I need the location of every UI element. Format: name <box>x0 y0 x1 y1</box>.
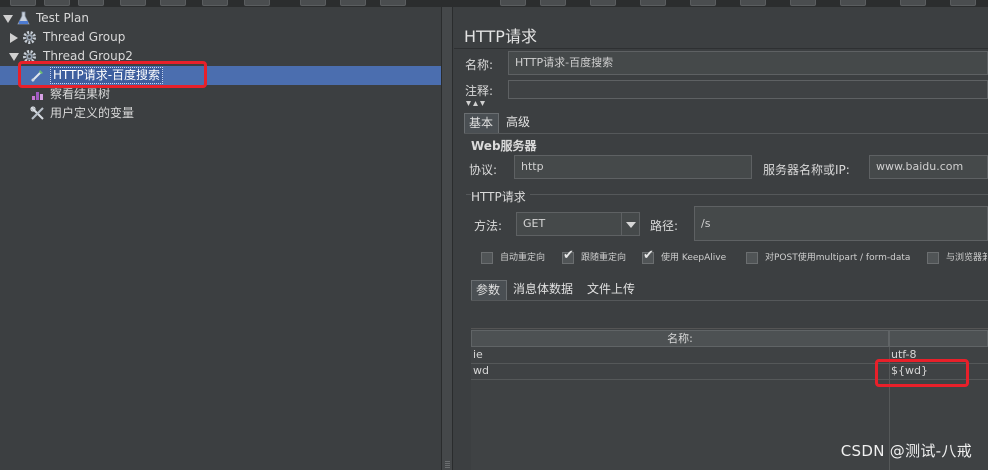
toolbar-button[interactable] <box>10 0 36 6</box>
toolbar-button[interactable] <box>590 0 616 6</box>
tree-item-label: 用户定义的变量 <box>50 106 135 120</box>
tree-item-http-request[interactable]: HTTP请求-百度搜索 <box>0 66 441 85</box>
toolbar-button[interactable] <box>44 0 70 6</box>
tree-item-label: HTTP请求-百度搜索 <box>50 67 164 84</box>
checkbox-box <box>746 252 758 264</box>
keepalive-checkbox[interactable]: ✔ 使用 KeepAlive <box>642 248 737 266</box>
tab-advanced[interactable]: 高级 <box>502 113 537 133</box>
checkbox-box <box>927 252 939 264</box>
toolbar-button[interactable] <box>500 0 526 6</box>
tree-item-label: Test Plan <box>36 11 89 25</box>
dropdown-arrow-icon[interactable] <box>621 213 639 235</box>
results-tree-icon <box>32 92 43 100</box>
path-field[interactable]: /s <box>694 206 988 241</box>
checkmark-icon: ✔ <box>563 248 574 263</box>
test-plan-tree: Test Plan Thread Group Thread Group2 HTT… <box>0 7 441 470</box>
collapse-arrow-icon[interactable] <box>3 15 13 23</box>
main-tabs: 基本 高级 <box>464 113 988 133</box>
http-request-group-title: HTTP请求 <box>471 188 530 205</box>
toolbar-button[interactable] <box>380 0 406 6</box>
test-plan-icon <box>17 11 30 25</box>
toolbar-button[interactable] <box>78 0 104 6</box>
toolbar <box>0 0 988 7</box>
table-row-name[interactable]: ie <box>473 347 887 363</box>
group-border <box>466 194 988 195</box>
toolbar-button[interactable] <box>790 0 816 6</box>
tree-item-test-plan[interactable]: Test Plan <box>0 9 441 28</box>
splitter-grip-icon <box>445 461 450 468</box>
toolbar-button[interactable] <box>740 0 766 6</box>
server-field[interactable]: www.baidu.com <box>869 155 988 179</box>
tab-file-upload[interactable]: 文件上传 <box>583 280 643 300</box>
tab-parameters[interactable]: 参数 <box>471 280 507 300</box>
browser-compatible-checkbox[interactable]: 与浏览器兼 <box>927 252 987 266</box>
variables-icon <box>30 106 44 120</box>
checkbox-box <box>481 252 493 264</box>
gear-icon <box>23 31 36 44</box>
column-header-name[interactable]: 名称: <box>471 330 889 347</box>
method-select[interactable]: GET <box>516 212 640 236</box>
toolbar-button[interactable] <box>690 0 716 6</box>
gear-icon <box>23 50 36 63</box>
toolbar-button[interactable] <box>120 0 146 6</box>
tree-item-user-variables[interactable]: 用户定义的变量 <box>0 104 441 123</box>
path-label: 路径: <box>650 219 679 233</box>
multipart-checkbox[interactable]: 对POST使用multipart / form-data <box>746 252 916 266</box>
auto-redirect-checkbox[interactable]: 自动重定向 <box>481 252 561 266</box>
checkbox-label: 对POST使用multipart / form-data <box>765 253 911 263</box>
tree-item-thread-group2[interactable]: Thread Group2 <box>0 47 441 66</box>
tab-content-border <box>471 300 988 301</box>
toolbar-button[interactable] <box>160 0 186 6</box>
server-label: 服务器名称或IP: <box>763 163 850 177</box>
checkbox-label: 与浏览器兼 <box>946 253 987 263</box>
toolbar-button[interactable] <box>244 0 270 6</box>
toolbar-button[interactable] <box>202 0 228 6</box>
tree-item-label: Thread Group2 <box>43 49 133 63</box>
collapse-toggle-icon[interactable] <box>465 99 489 108</box>
protocol-label: 协议: <box>469 163 498 177</box>
panel-splitter[interactable] <box>441 7 453 470</box>
tree-item-label: Thread Group <box>43 30 126 44</box>
checkbox-label: 跟随重定向 <box>581 253 627 263</box>
divider <box>454 48 988 49</box>
method-value: GET <box>523 217 546 230</box>
toolbar-button[interactable] <box>640 0 666 6</box>
protocol-field[interactable]: http <box>514 155 752 179</box>
toolbar-button[interactable] <box>900 0 926 6</box>
comment-label: 注释: <box>465 84 494 98</box>
tab-body-data[interactable]: 消息体数据 <box>509 280 581 300</box>
expand-arrow-icon[interactable] <box>10 33 18 43</box>
tree-item-label: 察看结果树 <box>50 87 111 101</box>
toolbar-button[interactable] <box>950 0 976 6</box>
tree-item-thread-group[interactable]: Thread Group <box>0 28 441 47</box>
checkbox-label: 使用 KeepAlive <box>661 253 727 263</box>
comment-field[interactable] <box>508 80 988 99</box>
checkbox-label: 自动重定向 <box>500 253 546 263</box>
collapse-arrow-icon[interactable] <box>9 53 19 61</box>
parameter-tabs: 参数 消息体数据 文件上传 <box>471 280 988 300</box>
column-header-value[interactable] <box>889 330 988 347</box>
name-label: 名称: <box>465 58 494 72</box>
table-row-name[interactable]: wd <box>473 363 887 379</box>
watermark: CSDN @测试-八戒 <box>840 442 972 460</box>
tree-item-results-tree[interactable]: 察看结果树 <box>0 85 441 104</box>
http-sampler-icon <box>31 70 43 82</box>
table-row-value[interactable]: ${wd} <box>891 363 988 379</box>
toolbar-button[interactable] <box>540 0 566 6</box>
name-field[interactable]: HTTP请求-百度搜索 <box>508 51 988 75</box>
toolbar-button[interactable] <box>300 0 326 6</box>
row-divider <box>471 379 988 380</box>
table-row-value[interactable]: utf-8 <box>891 347 988 363</box>
panel-title: HTTP请求 <box>464 27 537 46</box>
checkmark-icon: ✔ <box>643 248 654 263</box>
follow-redirect-checkbox[interactable]: ✔ 跟随重定向 <box>562 248 642 266</box>
checkbox-row: 自动重定向 ✔ 跟随重定向 ✔ 使用 KeepAlive 对POST使用mult… <box>481 248 988 268</box>
toolbar-button[interactable] <box>340 0 366 6</box>
toolbar-button[interactable] <box>840 0 866 6</box>
tab-basic[interactable]: 基本 <box>464 113 499 133</box>
method-label: 方法: <box>474 219 503 233</box>
web-server-title: Web服务器 <box>471 139 537 153</box>
tab-content-border <box>464 133 988 134</box>
http-request-panel: HTTP请求 名称: HTTP请求-百度搜索 注释: 基本 高级 Web服务器 … <box>454 7 988 470</box>
